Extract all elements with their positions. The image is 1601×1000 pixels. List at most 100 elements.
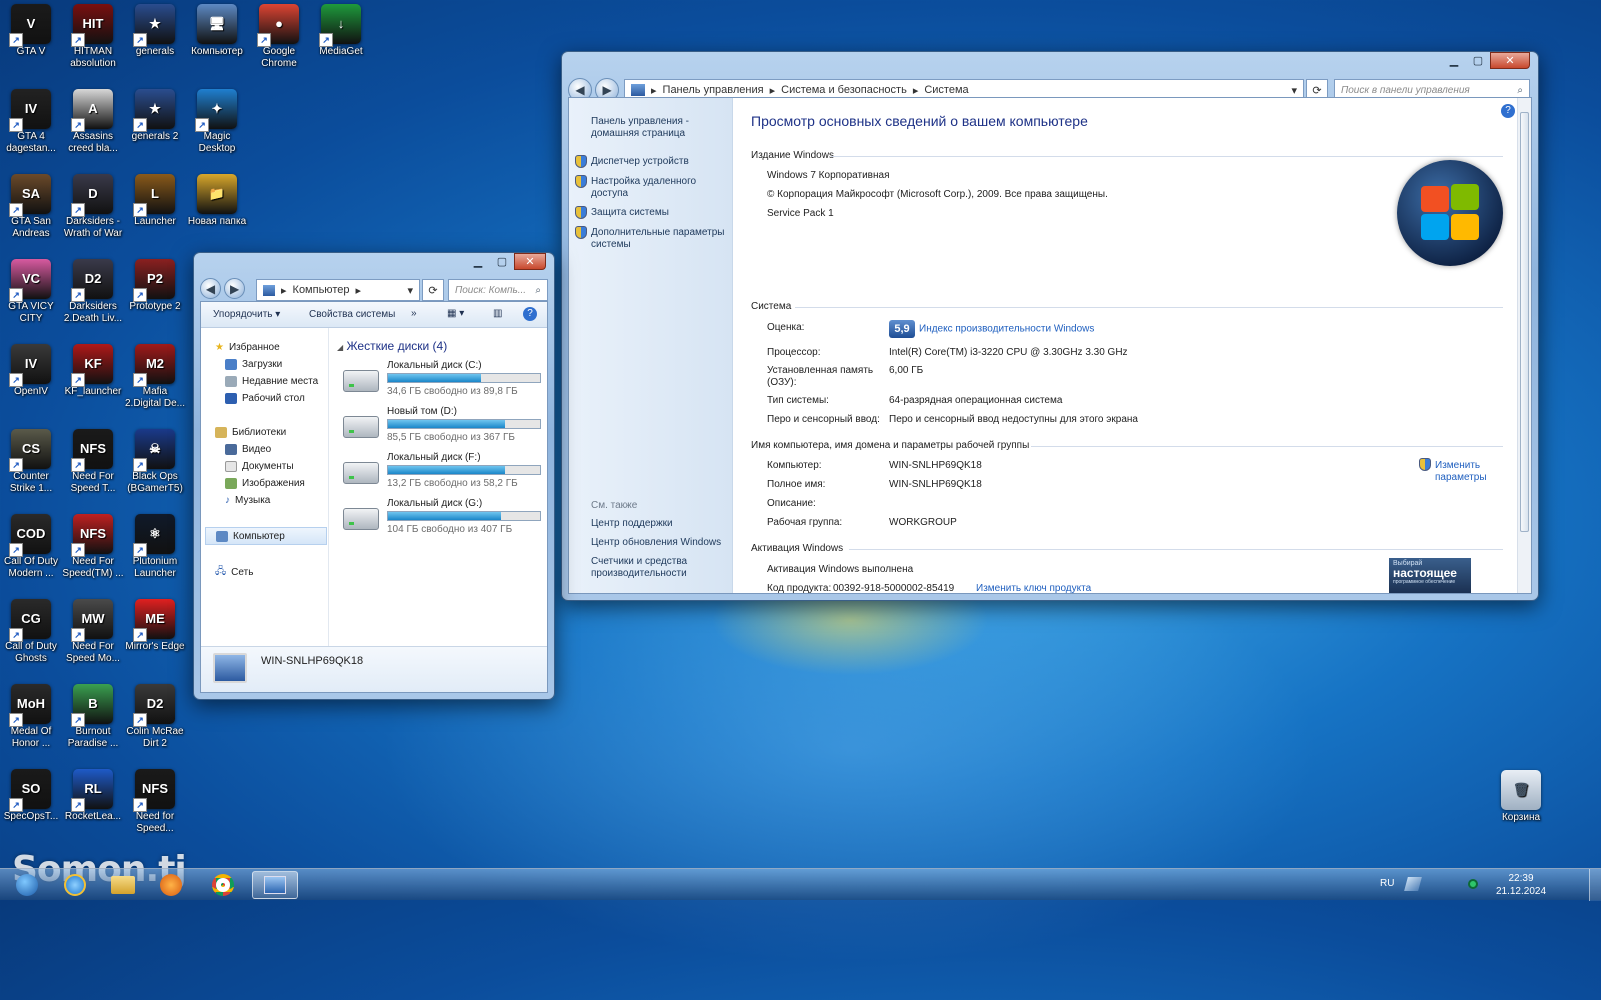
desktop-icon-spec-ops[interactable]: SOSpecOpsT... bbox=[0, 769, 62, 823]
desktop-icon-generals-2[interactable]: ★generals 2 bbox=[124, 89, 186, 143]
nav-pictures[interactable]: Изображения bbox=[225, 478, 305, 489]
close-button[interactable]: ✕ bbox=[1490, 52, 1530, 69]
desktop-icon-nfs-icon-2[interactable]: NFSNeed for Speed... bbox=[124, 769, 186, 835]
help-icon[interactable]: ? bbox=[523, 307, 537, 321]
minimize-button[interactable]: ▁ bbox=[466, 253, 490, 270]
change-settings-link[interactable]: Изменить параметры bbox=[1435, 460, 1487, 484]
view-options-icon[interactable]: ▦ ▾ bbox=[447, 308, 464, 319]
desktop-icon-nfs-shift[interactable]: NFSNeed For Speed(TM) ... bbox=[62, 514, 124, 580]
maximize-button[interactable]: ▢ bbox=[1466, 52, 1490, 69]
breadcrumb-item[interactable]: Панель управления bbox=[663, 84, 764, 96]
desktop-icon-generals[interactable]: ★generals bbox=[124, 4, 186, 58]
desktop-icon-gta-san-andreas[interactable]: SAGTA San Andreas bbox=[0, 174, 62, 240]
address-dropdown-icon[interactable]: ▾ bbox=[1291, 84, 1297, 97]
desktop-icon-burnout[interactable]: BBurnout Paradise ... bbox=[62, 684, 124, 750]
minimize-button[interactable]: ▁ bbox=[1442, 52, 1466, 69]
desktop-icon-assassins-creed[interactable]: AAssasins creed bla... bbox=[62, 89, 124, 155]
nav-music[interactable]: ♪ Музыка bbox=[225, 495, 270, 506]
nav-network[interactable]: 🖧 Сеть bbox=[215, 564, 253, 581]
breadcrumb-item[interactable]: Компьютер bbox=[293, 284, 350, 296]
back-button[interactable]: ◀ bbox=[200, 278, 221, 299]
taskbar-explorer[interactable] bbox=[100, 871, 146, 899]
desktop-icon-nfs-most-wanted[interactable]: MWNeed For Speed Mo... bbox=[62, 599, 124, 665]
desktop-icon-prototype-2[interactable]: P2Prototype 2 bbox=[124, 259, 186, 313]
drive-item[interactable]: Новый том (D:) 85,5 ГБ свободно из 367 ГБ bbox=[343, 406, 543, 448]
sidebar-home-link[interactable]: Панель управления - домашняя страница bbox=[591, 116, 721, 140]
nav-video[interactable]: Видео bbox=[225, 444, 271, 455]
organize-button[interactable]: Упорядочить ▾ bbox=[213, 309, 280, 320]
desktop-icon-hitman[interactable]: HITHITMAN absolution bbox=[62, 4, 124, 70]
taskbar-ie[interactable] bbox=[52, 871, 98, 899]
change-product-key-link[interactable]: Изменить ключ продукта bbox=[976, 583, 1091, 593]
see-also-performance[interactable]: Счетчики и средства производительности bbox=[591, 556, 721, 580]
desktop-icon-darksiders-2[interactable]: D2Darksiders 2.Death Liv... bbox=[62, 259, 124, 325]
hard-drives-group-header[interactable]: ◢ Жесткие диски (4) bbox=[337, 339, 447, 353]
desktop-icon-launcher[interactable]: LLauncher bbox=[124, 174, 186, 228]
desktop-icon-gta-vice-city[interactable]: VCGTA VICY CITY bbox=[0, 259, 62, 325]
desktop-icon-computer[interactable]: 🖥 Компьютер bbox=[186, 4, 248, 58]
preview-pane-icon[interactable]: ▥ bbox=[493, 308, 502, 319]
vertical-scrollbar[interactable] bbox=[1517, 98, 1531, 593]
forward-button[interactable]: ▶ bbox=[224, 278, 246, 299]
breadcrumb-item[interactable]: Система и безопасность bbox=[781, 84, 907, 96]
more-commands-button[interactable]: » bbox=[411, 308, 417, 319]
desktop-icon-gta-4[interactable]: IVGTA 4 dagestan... bbox=[0, 89, 62, 155]
see-also-action-center[interactable]: Центр поддержки bbox=[591, 518, 673, 530]
scrollbar-thumb[interactable] bbox=[1520, 112, 1529, 532]
genuine-software-badge[interactable]: Выбирай настоящее программное обеспечени… bbox=[1389, 558, 1471, 593]
desktop-icon-chrome[interactable]: ●Google Chrome bbox=[248, 4, 310, 70]
nav-computer[interactable]: Компьютер bbox=[205, 527, 327, 545]
network-status-icon[interactable] bbox=[1468, 879, 1478, 889]
desktop-icon-plutonium[interactable]: ⚛Plutonium Launcher bbox=[124, 514, 186, 580]
start-button[interactable] bbox=[4, 871, 50, 899]
desktop-icon-black-ops[interactable]: ☠Black Ops (BGamerT5) bbox=[124, 429, 186, 495]
taskbar-media-player[interactable] bbox=[148, 871, 194, 899]
desktop-icon-mafia-2[interactable]: M2Mafia 2.Digital De... bbox=[124, 344, 186, 410]
desktop-icon-medal-of-honor[interactable]: MoHMedal Of Honor ... bbox=[0, 684, 62, 750]
drive-item[interactable]: Локальный диск (F:) 13,2 ГБ свободно из 5… bbox=[343, 452, 543, 494]
desktop-icon-mirrors-edge[interactable]: MEMirror's Edge bbox=[124, 599, 186, 653]
desktop-icon-call-of-duty-mw[interactable]: CODCall Of Duty Modern ... bbox=[0, 514, 62, 580]
address-dropdown-icon[interactable]: ▾ bbox=[407, 284, 413, 297]
close-button[interactable]: ✕ bbox=[514, 253, 546, 270]
show-desktop-button[interactable] bbox=[1589, 869, 1601, 901]
search-input[interactable]: Поиск: Компь... ⌕ bbox=[448, 279, 548, 301]
sidebar-system-protection[interactable]: Защита системы bbox=[591, 207, 669, 219]
taskbar-control-panel[interactable] bbox=[252, 871, 298, 899]
nav-favorites[interactable]: ★ Избранное bbox=[215, 342, 280, 353]
desktop-icon-openiv[interactable]: IVOpenIV bbox=[0, 344, 62, 398]
clock[interactable]: 22:39 21.12.2024 bbox=[1486, 872, 1556, 898]
desktop-icon-rocket-league[interactable]: RLRocketLea... bbox=[62, 769, 124, 823]
desktop-icon-gta-v[interactable]: VGTA V bbox=[0, 4, 62, 58]
desktop-icon-cod-ghosts[interactable]: CGCall of Duty Ghosts bbox=[0, 599, 62, 665]
sidebar-advanced-settings[interactable]: Дополнительные параметры системы bbox=[591, 227, 729, 251]
sidebar-device-manager[interactable]: Диспетчер устройств bbox=[591, 156, 689, 168]
address-bar[interactable]: ▸ Компьютер ▸ ▾ bbox=[256, 279, 420, 301]
taskbar-chrome[interactable] bbox=[200, 871, 246, 899]
desktop-icon-counter-strike[interactable]: CSCounter Strike 1... bbox=[0, 429, 62, 495]
nav-desktop[interactable]: Рабочий стол bbox=[225, 393, 305, 404]
performance-index-link[interactable]: Индекс производительности Windows bbox=[919, 324, 1094, 335]
system-properties-button[interactable]: Свойства системы bbox=[309, 309, 395, 320]
nav-downloads[interactable]: Загрузки bbox=[225, 359, 282, 370]
refresh-button[interactable]: ⟳ bbox=[422, 279, 444, 301]
nav-documents[interactable]: Документы bbox=[225, 461, 294, 472]
drive-item[interactable]: Локальный диск (C:) 34,6 ГБ свободно из 8… bbox=[343, 360, 543, 402]
nav-libraries[interactable]: Библиотеки bbox=[215, 427, 286, 438]
pen-input-icon[interactable] bbox=[1404, 877, 1422, 891]
sidebar-remote-settings[interactable]: Настройка удаленного доступа bbox=[591, 176, 723, 200]
recycle-bin[interactable]: 🗑 Корзина bbox=[1490, 770, 1552, 824]
desktop-icon-kf-launcher[interactable]: KFKF_launcher bbox=[62, 344, 124, 398]
desktop-icon-folder[interactable]: 📁 Новая папка bbox=[186, 174, 248, 228]
breadcrumb-item[interactable]: Система bbox=[924, 84, 968, 96]
language-indicator[interactable]: RU bbox=[1380, 878, 1394, 889]
desktop-icon-mediaget[interactable]: ↓MediaGet bbox=[310, 4, 372, 58]
desktop-icon-darksiders[interactable]: DDarksiders - Wrath of War bbox=[62, 174, 124, 240]
nav-recent-places[interactable]: Недавние места bbox=[225, 376, 318, 387]
maximize-button[interactable]: ▢ bbox=[490, 253, 514, 270]
desktop-icon-magic-desktop[interactable]: ✦Magic Desktop bbox=[186, 89, 248, 155]
desktop-icon-dirt-2[interactable]: D2Colin McRae Dirt 2 bbox=[124, 684, 186, 750]
desktop-icon-nfs[interactable]: NFSNeed For Speed T... bbox=[62, 429, 124, 495]
drive-item[interactable]: Локальный диск (G:) 104 ГБ свободно из 40… bbox=[343, 498, 543, 540]
see-also-windows-update[interactable]: Центр обновления Windows bbox=[591, 537, 721, 549]
